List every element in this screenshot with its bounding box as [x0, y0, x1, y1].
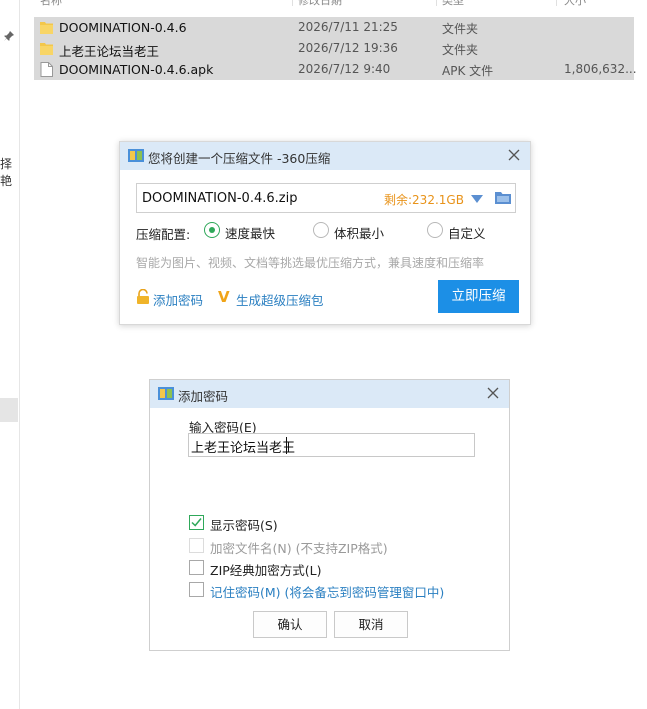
checkbox-label: 显示密码(S): [210, 518, 278, 533]
file-name: 上老王论坛当老王: [59, 44, 160, 59]
pin-icon[interactable]: [3, 30, 15, 42]
archive-app-icon: [158, 387, 174, 400]
cancel-button[interactable]: 取消: [334, 611, 408, 638]
file-row[interactable]: DOOMINATION-0.4.6 2026/7/11 21:25 文件夹: [34, 17, 634, 38]
file-row[interactable]: 上老王论坛当老王 2026/7/12 19:36 文件夹: [34, 38, 634, 59]
password-input[interactable]: 上老王论坛当老王: [188, 433, 475, 457]
password-value: 上老王论坛当老王: [191, 441, 296, 456]
file-name: DOOMINATION-0.4.6: [59, 20, 187, 35]
lock-icon: [137, 289, 149, 304]
column-header: 名称 修改日期 类型 大小: [34, 0, 634, 8]
add-password-label: 添加密码: [153, 293, 204, 308]
archive-app-icon: [128, 149, 144, 162]
file-date: 2026/7/11 21:25: [298, 20, 398, 34]
archive-path-value: DOOMINATION-0.4.6.zip: [142, 191, 298, 206]
add-password-dialog: 添加密码 输入密码(E) 上老王论坛当老王 显示密码(S) 加密文件名(N) (…: [149, 379, 510, 651]
checkbox-box[interactable]: [189, 515, 204, 530]
dialog-title: 添加密码: [178, 389, 229, 404]
folder-icon: [40, 43, 53, 55]
radio-label: 体积最小: [334, 226, 385, 241]
compress-hint: 智能为图片、视频、文档等挑选最优压缩方式，兼具速度和压缩率: [136, 256, 485, 270]
column-separator[interactable]: [436, 0, 437, 6]
column-size[interactable]: 大小: [564, 0, 586, 8]
checkbox-label: 加密文件名(N) (不支持ZIP格式): [210, 538, 388, 557]
file-type: 文件夹: [442, 22, 479, 36]
nav-item-selected[interactable]: [0, 398, 18, 422]
close-icon[interactable]: [485, 385, 501, 401]
file-name: DOOMINATION-0.4.6.apk: [59, 62, 214, 77]
checkbox-note: (不支持ZIP格式): [291, 541, 388, 556]
file-size: 1,806,632...: [564, 62, 637, 76]
v-badge-icon: V: [218, 288, 230, 306]
checkbox-label: 记住密码(M) (将会备忘到密码管理窗口中): [210, 582, 444, 601]
chevron-down-icon[interactable]: [471, 194, 483, 204]
radio-indicator[interactable]: [427, 222, 443, 238]
navigation-pane: 择艳: [0, 0, 20, 709]
checkbox-box[interactable]: [189, 538, 204, 553]
radio-indicator[interactable]: [204, 222, 220, 238]
radio-indicator[interactable]: [313, 222, 329, 238]
nav-item-label[interactable]: 择艳: [0, 155, 19, 189]
folder-icon: [40, 22, 53, 34]
confirm-button[interactable]: 确认: [253, 611, 327, 638]
archive-path-field[interactable]: DOOMINATION-0.4.6.zip 剩余:232.1GB: [136, 183, 516, 213]
compress-dialog: 您将创建一个压缩文件 -360压缩 DOOMINATION-0.4.6.zip …: [119, 141, 531, 325]
radio-label: 自定义: [448, 226, 486, 241]
checkbox-box[interactable]: [189, 582, 204, 597]
checkbox-note: (将会备忘到密码管理窗口中): [280, 585, 445, 600]
dialog-title-bar[interactable]: 您将创建一个压缩文件 -360压缩: [120, 142, 530, 170]
checkbox-box[interactable]: [189, 560, 204, 575]
checkbox-label: ZIP经典加密方式(L): [210, 563, 322, 578]
file-date: 2026/7/12 9:40: [298, 62, 391, 76]
file-icon: [40, 62, 53, 77]
radio-label: 速度最快: [225, 226, 276, 241]
checkbox-label-text: 记住密码(M): [210, 585, 281, 600]
checkbox-label-text: 加密文件名(N): [210, 541, 292, 556]
folder-browse-icon[interactable]: [495, 191, 511, 205]
column-type[interactable]: 类型: [442, 0, 464, 8]
column-name[interactable]: 名称: [40, 0, 62, 8]
compress-now-button[interactable]: 立即压缩: [438, 280, 519, 313]
file-row[interactable]: DOOMINATION-0.4.6.apk 2026/7/12 9:40 APK…: [34, 59, 637, 80]
compress-config-label: 压缩配置:: [136, 227, 191, 242]
column-date[interactable]: 修改日期: [298, 0, 342, 8]
file-type: 文件夹: [442, 43, 479, 57]
free-space-label: 剩余:232.1GB: [384, 193, 464, 207]
check-icon: [191, 518, 202, 527]
file-date: 2026/7/12 19:36: [298, 41, 398, 55]
close-icon[interactable]: [506, 147, 522, 163]
super-package-label: 生成超级压缩包: [236, 293, 324, 308]
text-caret: [286, 437, 287, 454]
file-type: APK 文件: [442, 64, 494, 78]
column-separator[interactable]: [292, 0, 293, 6]
dialog-title-bar[interactable]: 添加密码: [150, 380, 509, 408]
column-separator[interactable]: [556, 0, 557, 6]
dialog-title: 您将创建一个压缩文件 -360压缩: [148, 151, 331, 166]
